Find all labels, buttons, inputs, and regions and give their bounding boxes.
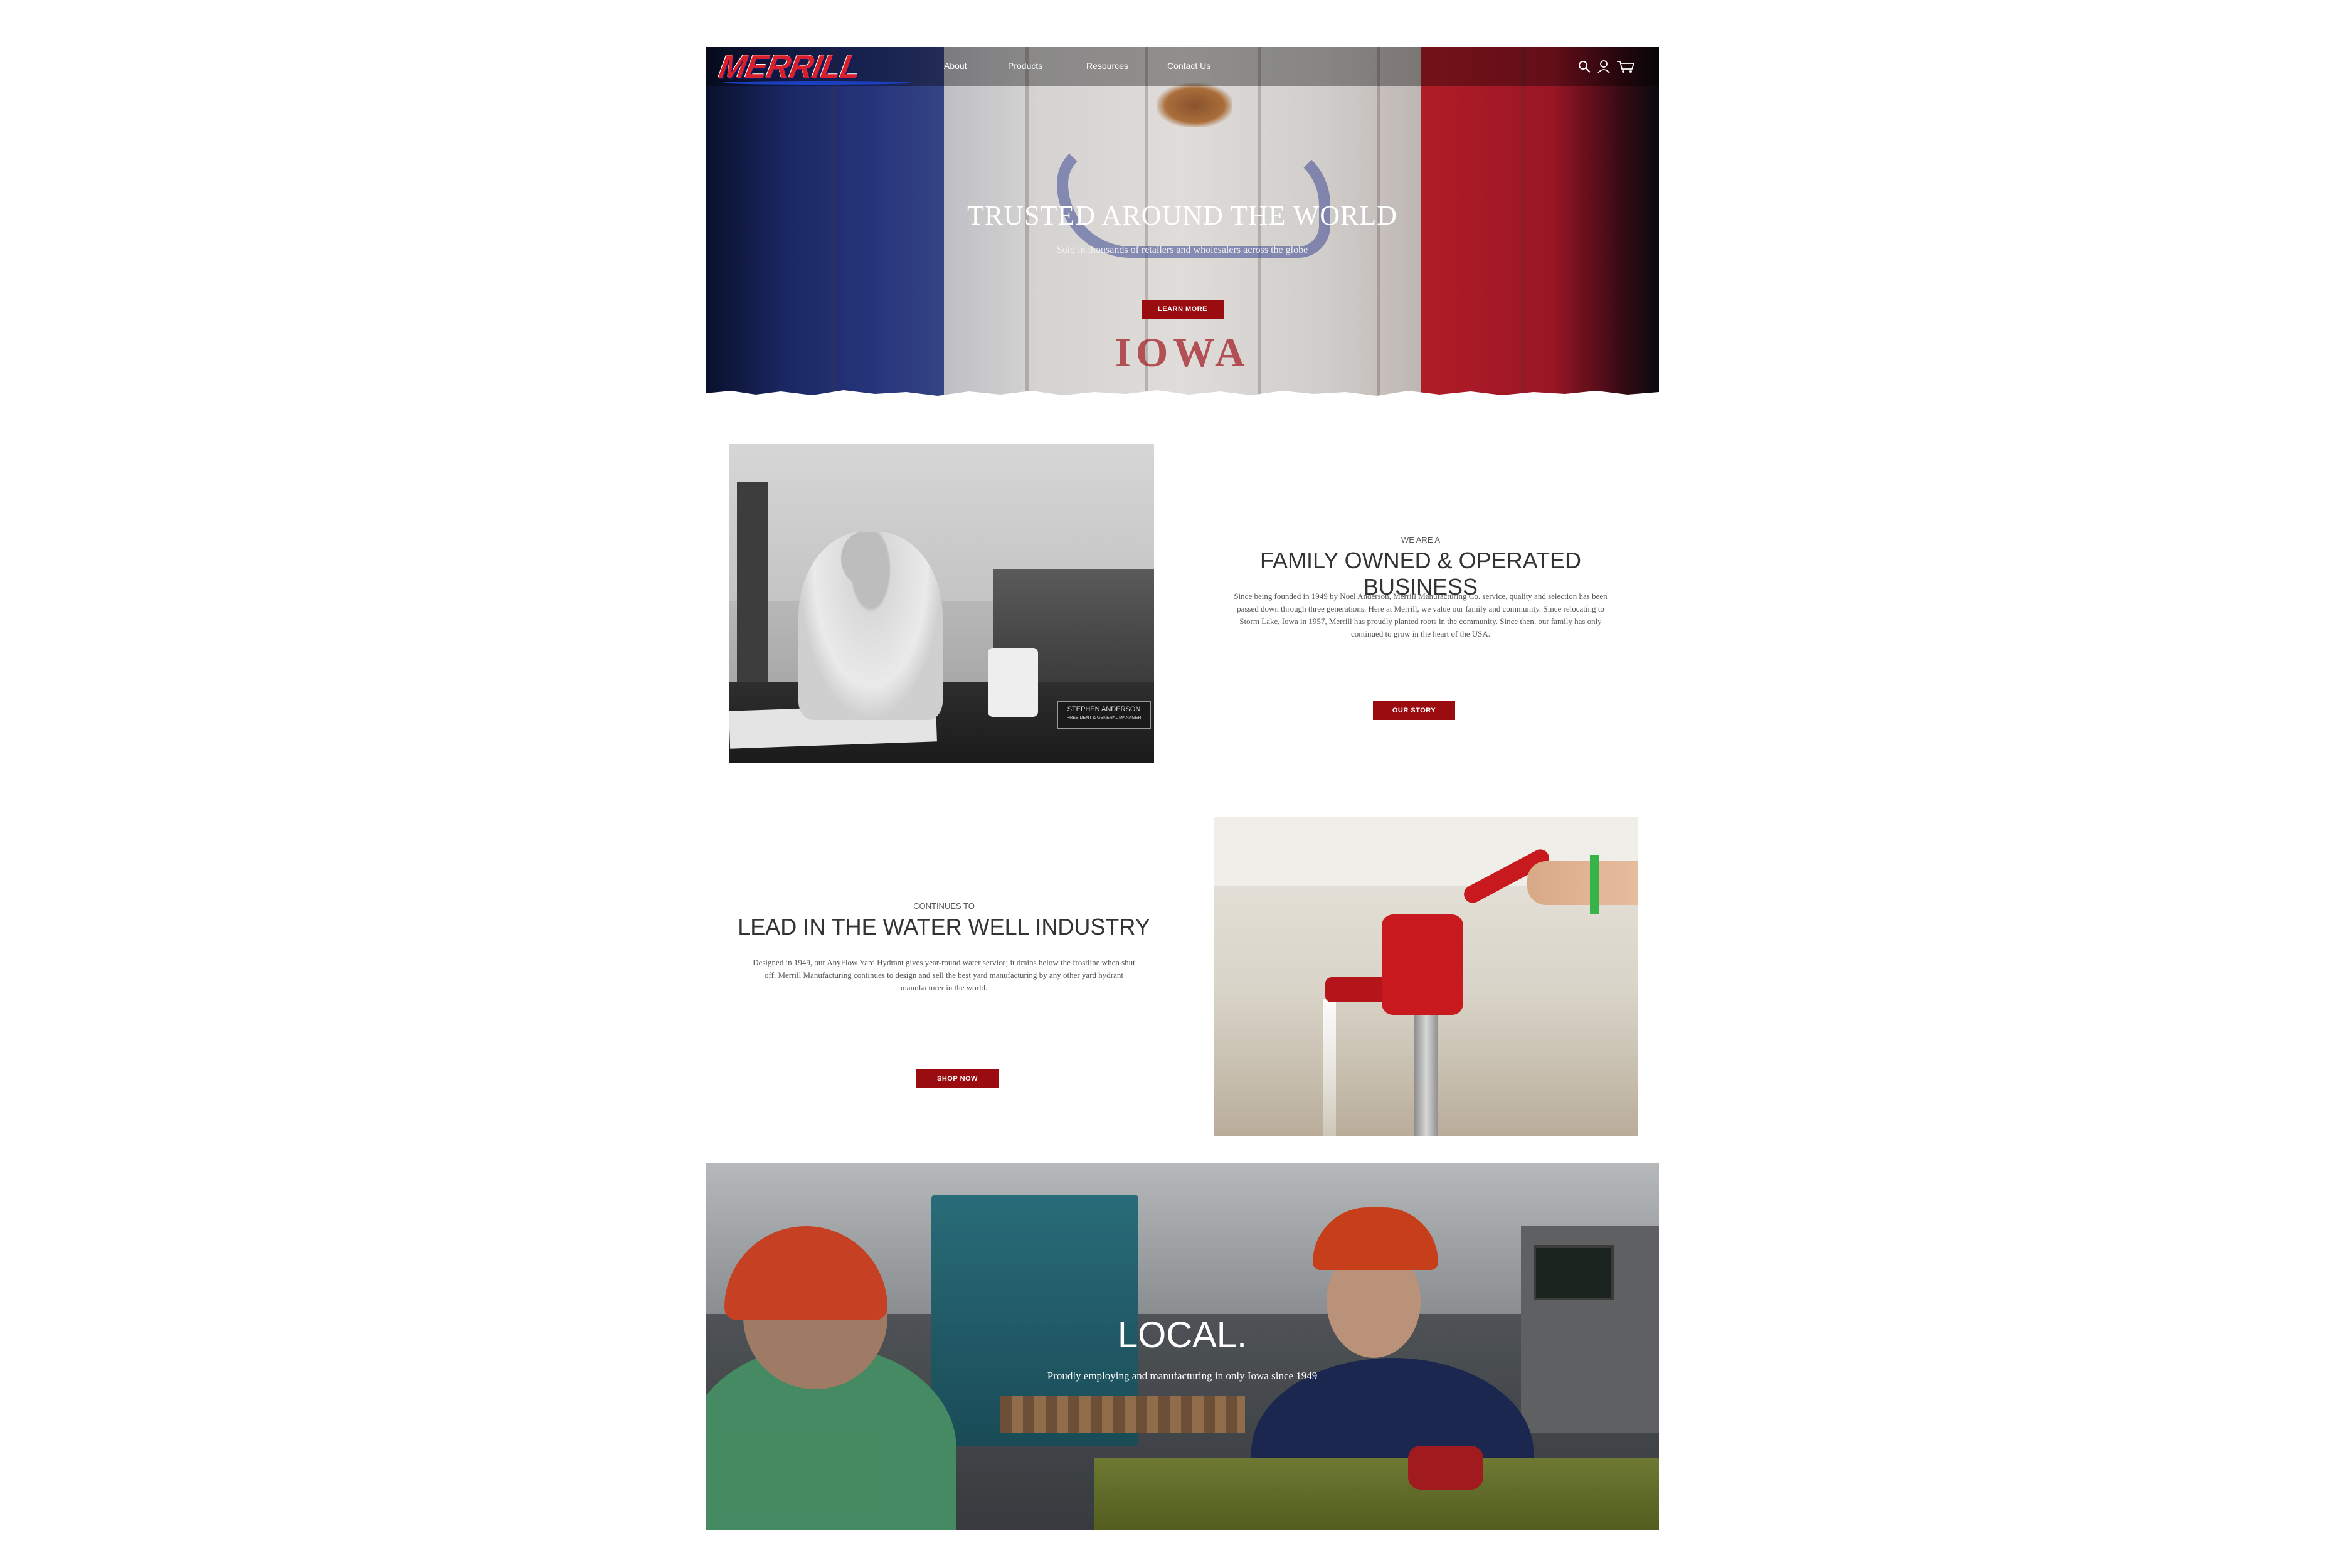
page: IOWA MERRILL About Products Resources Co… bbox=[706, 47, 1659, 1530]
cart-icon[interactable] bbox=[1616, 60, 1635, 73]
search-icon[interactable] bbox=[1577, 60, 1592, 73]
our-story-button[interactable]: OUR STORY bbox=[1373, 701, 1455, 720]
photo-wristband bbox=[1590, 855, 1599, 914]
nav-resources[interactable]: Resources bbox=[1086, 61, 1128, 71]
water-body: Designed in 1949, our AnyFlow Yard Hydra… bbox=[753, 958, 1135, 992]
nav-about[interactable]: About bbox=[944, 61, 967, 71]
nav-products[interactable]: Products bbox=[1008, 61, 1042, 71]
nameplate-name: STEPHEN ANDERSON bbox=[1067, 706, 1141, 713]
desk-nameplate: STEPHEN ANDERSON PRESIDENT & GENERAL MAN… bbox=[1057, 701, 1151, 729]
photo-hydrant-pipe bbox=[1414, 1005, 1438, 1136]
water-title: LEAD IN THE WATER WELL INDUSTRY bbox=[738, 914, 1150, 940]
account-icon[interactable] bbox=[1596, 60, 1611, 73]
logo-wordmark: MERRILL bbox=[716, 49, 864, 85]
photo-hand bbox=[1527, 861, 1638, 905]
hero-subtitle: Sold in thousands of retailers and whole… bbox=[1056, 245, 1308, 255]
photo-hydrant-head bbox=[1382, 914, 1463, 1015]
torn-paper-edge bbox=[706, 390, 1659, 398]
hero-banner: IOWA MERRILL About Products Resources Co… bbox=[706, 47, 1659, 398]
photo-man-head bbox=[841, 532, 885, 585]
hero-title: TRUSTED AROUND THE WORLD bbox=[967, 200, 1398, 231]
photo-window bbox=[737, 482, 768, 707]
founder-office-photo: STEPHEN ANDERSON PRESIDENT & GENERAL MAN… bbox=[729, 444, 1154, 763]
photo-lamp bbox=[988, 648, 1038, 717]
shop-now-button[interactable]: SHOP NOW bbox=[916, 1069, 999, 1088]
learn-more-button[interactable]: LEARN MORE bbox=[1142, 300, 1224, 319]
photo-water-stream bbox=[1323, 999, 1336, 1136]
nav-contact-us[interactable]: Contact Us bbox=[1167, 61, 1210, 71]
merrill-logo[interactable]: MERRILL bbox=[716, 49, 911, 86]
logo-swoosh bbox=[723, 81, 911, 85]
local-subtitle: Proudly employing and manufacturing in o… bbox=[1047, 1370, 1318, 1382]
family-body: Since being founded in 1949 by Noel Ande… bbox=[1234, 591, 1608, 638]
top-nav: MERRILL About Products Resources Contact… bbox=[706, 47, 1659, 86]
local-title: LOCAL. bbox=[1117, 1315, 1248, 1355]
yard-hydrant-photo bbox=[1214, 817, 1638, 1136]
water-kicker: CONTINUES TO bbox=[913, 901, 975, 911]
local-banner: LOCAL. Proudly employing and manufacturi… bbox=[706, 1163, 1659, 1530]
family-kicker: WE ARE A bbox=[1401, 535, 1441, 544]
nameplate-title: PRESIDENT & GENERAL MANAGER bbox=[1066, 716, 1142, 720]
